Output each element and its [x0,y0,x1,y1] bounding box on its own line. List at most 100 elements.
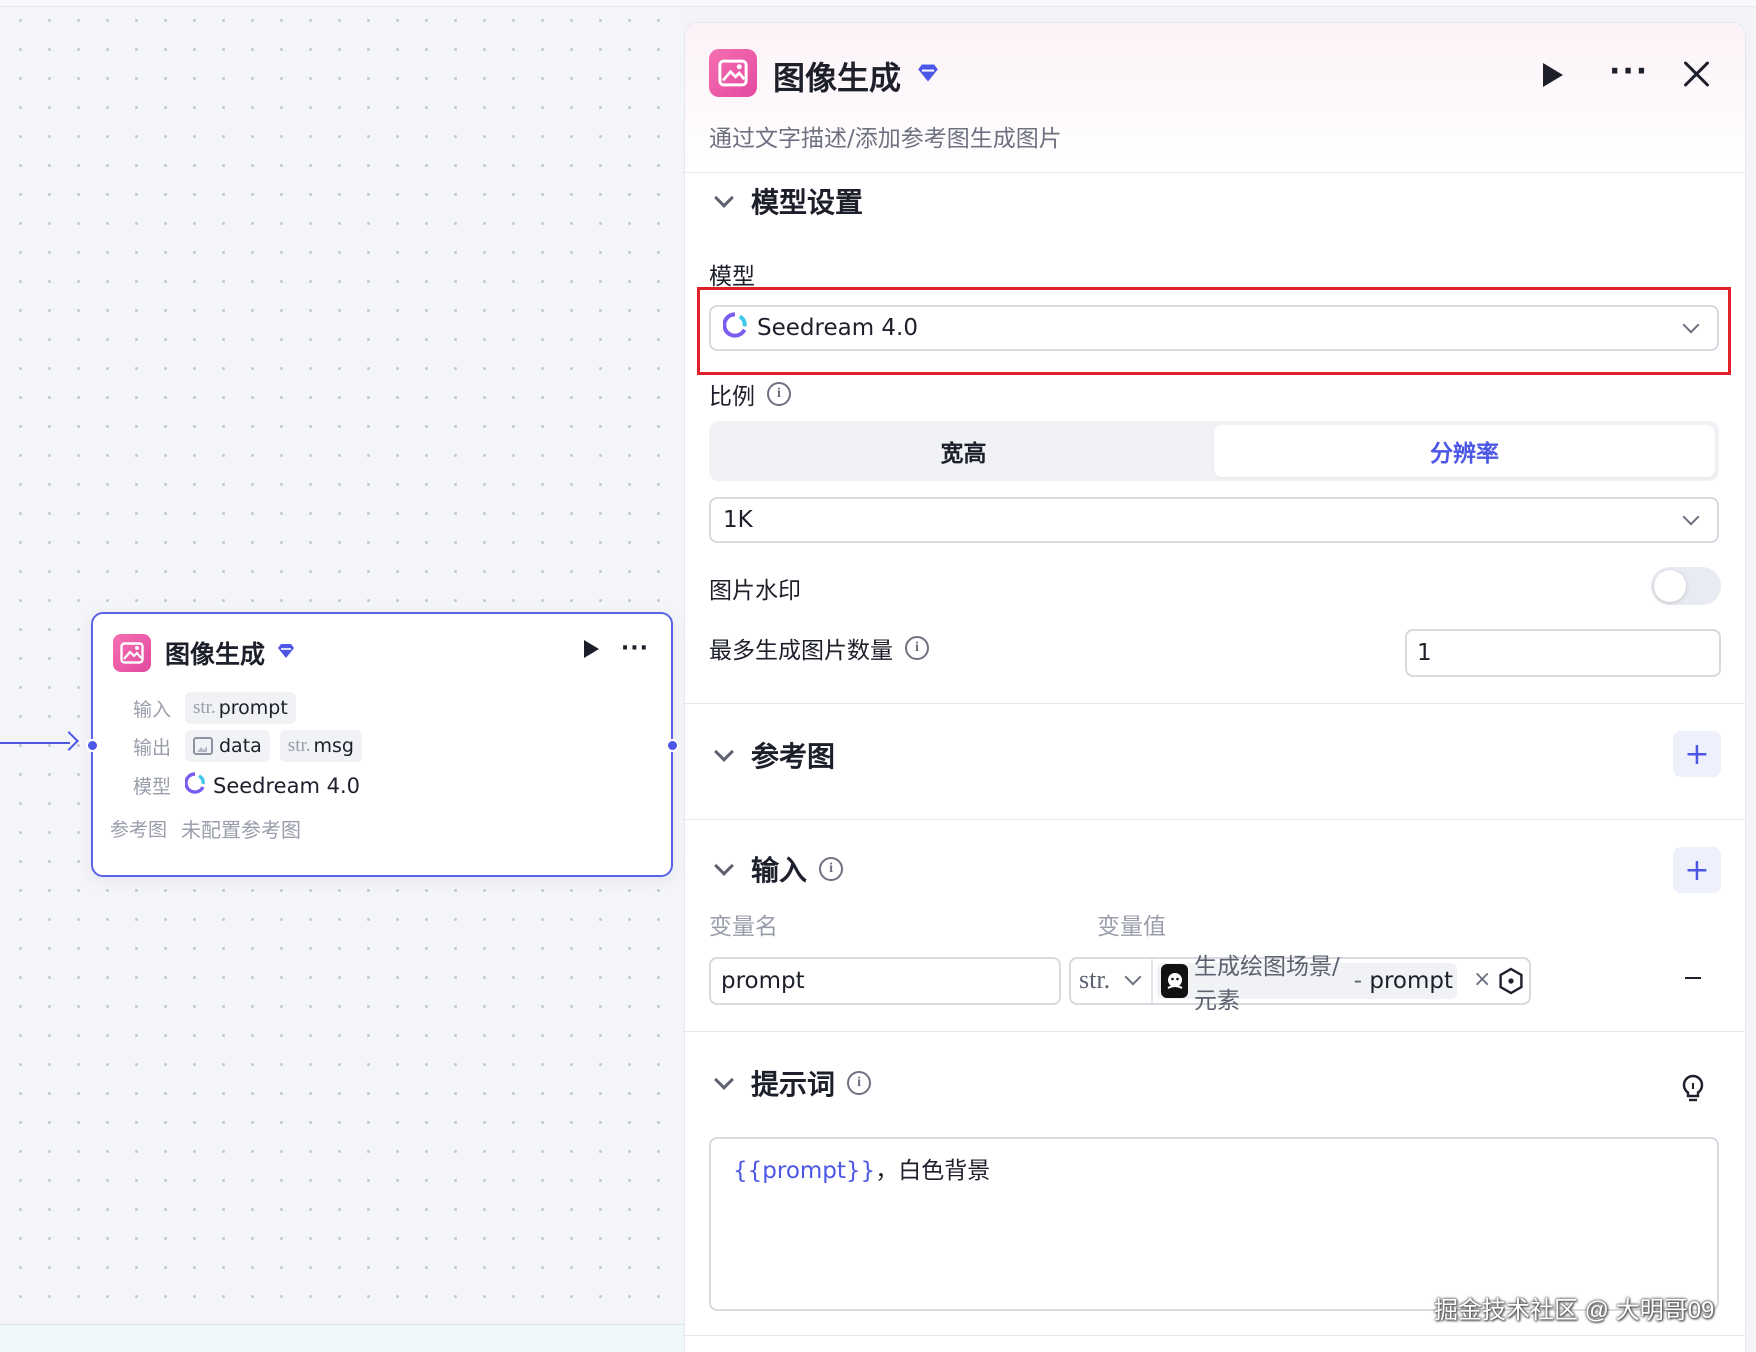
output-port[interactable] [666,739,679,752]
prompt-text: ，白色背景 [875,1158,991,1184]
input-chip: str. prompt [185,692,296,724]
variable-reference-chip[interactable]: 生成绘图场景/元素 - prompt [1157,954,1457,1014]
plus-icon: + [1684,736,1710,772]
node-title: 图像生成 [165,640,266,669]
chevron-down-icon[interactable] [1124,968,1142,986]
input-port[interactable] [86,739,99,752]
lightbulb-icon[interactable] [1679,1073,1707,1109]
chip-value: msg [313,735,354,757]
panel-bottom-edge [685,1335,1745,1352]
section-title: 模型设置 [751,186,864,219]
column-var-value: 变量值 [1097,914,1166,940]
node-output-row: 输出 data str. msg [113,730,372,762]
node-header: 图像生成 [113,634,295,672]
prompt-header[interactable]: 提示词 i [709,1063,872,1103]
variable-picker-icon[interactable] [1497,967,1525,999]
ref-label: 参考图 [109,819,167,841]
var-name-input[interactable]: prompt [709,957,1061,1005]
info-icon[interactable]: i [905,636,929,660]
column-var-name: 变量名 [709,914,778,940]
model-label: 模型 [132,776,171,798]
panel-header: 图像生成 ··· 通过文字描述/添加参考图生成图片 [685,23,1745,173]
section-title: 输入 [751,854,808,887]
top-bar-edge [0,0,1756,7]
source-variable: prompt [1369,968,1453,994]
info-icon[interactable]: i [847,1071,872,1095]
play-icon[interactable] [583,640,599,658]
max-count-value: 1 [1417,640,1432,666]
premium-gem-icon [917,63,939,87]
max-count-input[interactable]: 1 [1405,629,1721,677]
node-input-row: 输入 str. prompt [113,692,306,724]
reference-header[interactable]: 参考图 [709,735,835,775]
chevron-down-icon [714,1070,734,1090]
output-label: 输出 [132,736,171,759]
node-ref-row: 参考图 未配置参考图 [93,814,301,843]
divider [685,703,1745,704]
image-gen-node[interactable]: 图像生成 ··· 输入 str. prompt 输出 data str. msg… [91,612,673,877]
ratio-label: 比例 [709,384,755,410]
chip-value: prompt [218,697,288,719]
canvas-bottom-bar [0,1324,684,1352]
model-label: 模型 [709,264,755,290]
source-node-avatar [1161,964,1189,998]
watermark-text: 掘金技术社区 @ 大明哥09 [1434,1297,1715,1324]
type-tag: str. [287,735,311,756]
type-selector[interactable]: str. [1079,965,1110,995]
chevron-down-icon [714,856,734,876]
clear-icon[interactable]: × [1473,967,1491,992]
prompt-editor[interactable]: {{prompt}}，白色背景 [709,1137,1719,1311]
plus-icon: + [1684,852,1710,888]
add-reference-button[interactable]: + [1673,731,1721,777]
more-icon[interactable]: ··· [1609,57,1649,87]
model-value: Seedream 4.0 [213,773,360,798]
divider [685,819,1745,820]
seedream-logo-icon [184,772,205,799]
panel-title: 图像生成 [773,59,902,97]
node-model-row: 模型 Seedream 4.0 [113,772,360,799]
input-header[interactable]: 输入 i [709,849,844,889]
divider [1151,959,1153,1003]
watermark-toggle[interactable] [1651,567,1721,605]
ratio-label-row: 比例 i [709,377,791,411]
ref-value: 未配置参考图 [181,818,301,842]
source-node-name: 生成绘图场景/元素 [1194,954,1340,1014]
output-image-chip: data [185,730,270,762]
model-settings-header[interactable]: 模型设置 [709,181,863,221]
input-label: 输入 [132,698,171,721]
section-title: 提示词 [751,1068,836,1101]
image-icon [193,737,213,755]
resolution-select[interactable]: 1K [709,497,1719,543]
watermark-label: 图片水印 [709,578,801,604]
premium-gem-icon [277,643,295,663]
chevron-down-icon [714,742,734,762]
add-input-button[interactable]: + [1673,847,1721,893]
ref-separator: - [1346,968,1370,994]
tab-aspect[interactable]: 宽高 [713,425,1214,477]
ratio-segmented-control: 宽高 分辨率 [709,421,1719,481]
prompt-variable: {{prompt}} [733,1158,876,1184]
close-icon[interactable] [1681,59,1711,89]
remove-input-button[interactable] [1685,977,1701,979]
info-icon[interactable]: i [767,382,791,406]
info-icon[interactable]: i [819,857,844,881]
tab-resolution[interactable]: 分辨率 [1214,425,1715,477]
type-tag: str. [193,697,216,718]
chevron-down-icon [714,188,734,208]
panel-description: 通过文字描述/添加参考图生成图片 [709,126,1062,152]
run-icon[interactable] [1543,63,1563,87]
var-name-value: prompt [721,968,805,994]
node-actions: ··· [583,638,649,660]
resolution-value: 1K [723,507,753,533]
image-gen-icon [113,634,151,672]
max-count-label: 最多生成图片数量 [709,638,893,664]
annotation-highlight-box [697,287,1731,375]
more-icon[interactable]: ··· [621,638,649,660]
image-gen-icon [709,49,757,97]
var-value-field[interactable]: str. 生成绘图场景/元素 - prompt × [1069,954,1531,1014]
chevron-down-icon [1682,508,1700,526]
divider [685,1031,1745,1032]
node-config-panel: 图像生成 ··· 通过文字描述/添加参考图生成图片 模型设置 模型 Seedre… [684,22,1746,1352]
max-count-label-row: 最多生成图片数量 i [709,631,929,665]
output-str-chip: str. msg [279,730,362,762]
